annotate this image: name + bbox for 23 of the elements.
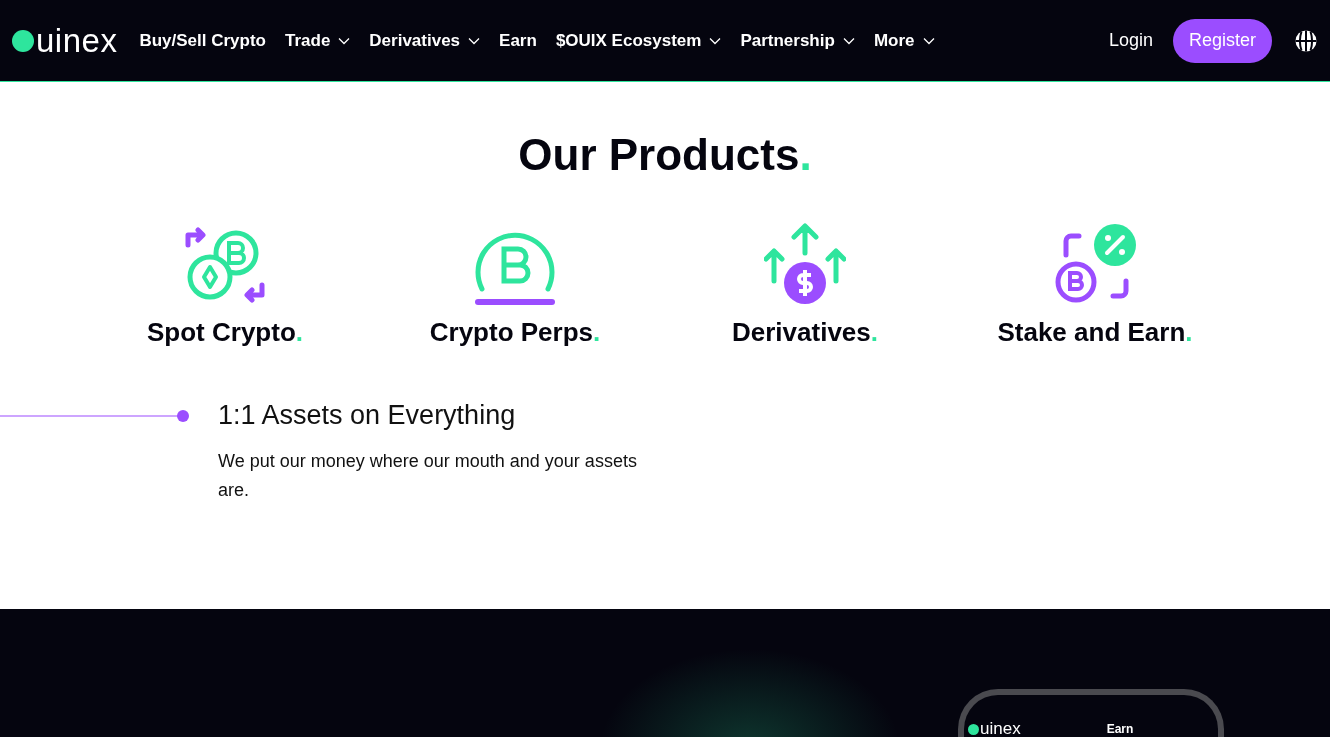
product-title[interactable]: Crypto Perps. [429,317,601,348]
nav-menu-item[interactable]: More [873,30,935,51]
nav-menu-item[interactable]: Buy/Sell Crypto [139,30,266,51]
product-title[interactable]: Stake and Earn. [997,317,1193,348]
nav-menu-item[interactable]: Partnership [740,30,855,51]
login-link[interactable]: Login [1108,30,1153,51]
product-title[interactable]: Derivatives. [732,317,878,348]
coin-percent-icon [1054,223,1136,305]
feature-heading: 1:1 Assets on Everything [218,400,517,431]
feature-description: We put our money where our mouth and your assets are. [218,450,638,502]
nav-menu-item[interactable]: Derivatives [369,30,481,51]
nav-menu-item[interactable]: $OUIX Ecosystem [555,30,722,51]
phone-app-logo: uinex [968,719,1021,737]
nav-menu-item[interactable]: Trade [285,30,351,51]
product-title[interactable]: Spot Crypto. [147,317,303,348]
register-button[interactable]: Register [1172,18,1272,63]
uinex-logo[interactable]: uinex [12,21,118,60]
section-title: Our Products. [517,130,813,180]
dollar-arrows-icon [764,223,846,305]
globe-icon[interactable] [1294,28,1318,53]
phone-tab-label: Earn [1106,722,1134,736]
coin-exchange-icon [184,227,266,305]
nav-menu-item[interactable]: Earn [499,30,537,51]
